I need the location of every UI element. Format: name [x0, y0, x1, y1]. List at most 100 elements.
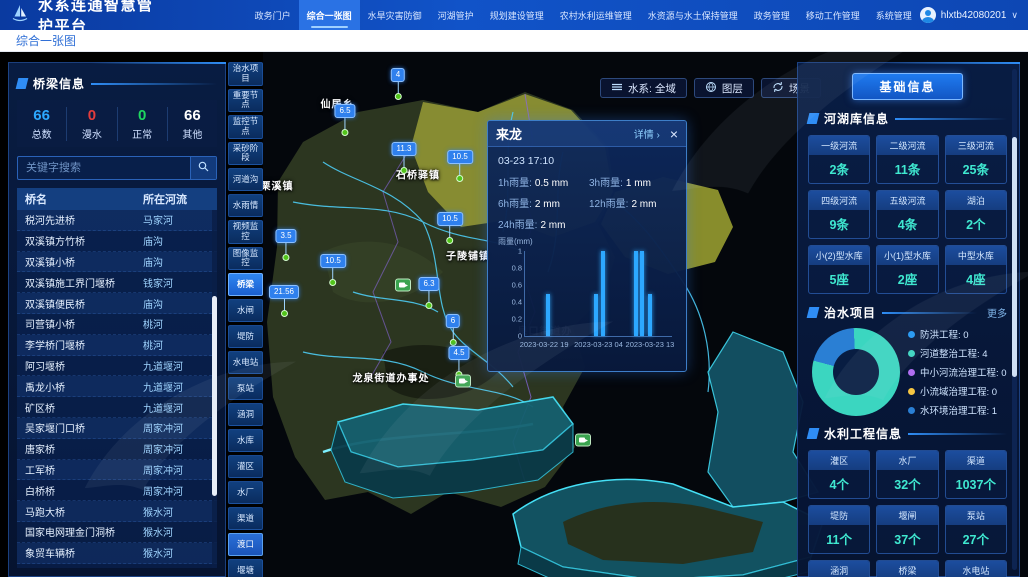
water-level-marker[interactable]: 11.3: [392, 142, 417, 174]
layer-menu-item[interactable]: 渠道: [228, 507, 263, 530]
layer-menu-item[interactable]: 水雨情: [228, 194, 263, 217]
nav-item[interactable]: 移动工作管理: [798, 0, 868, 30]
table-row[interactable]: 双溪镇便民桥庙沟: [17, 293, 217, 314]
stat-card[interactable]: 桥梁66个: [876, 560, 938, 577]
layer-menu-item[interactable]: 堤防: [228, 325, 263, 348]
stat-card[interactable]: 灌区4个: [808, 450, 870, 499]
stat-card[interactable]: 泵站27个: [945, 505, 1007, 554]
project-more-link[interactable]: 更多: [987, 305, 1007, 320]
scrollbar-thumb[interactable]: [1012, 137, 1017, 377]
table-row[interactable]: 税河先进桥马家河: [17, 210, 217, 231]
table-row[interactable]: 唐家桥周家冲河: [17, 439, 217, 460]
map-control-layers[interactable]: 图层: [694, 78, 754, 98]
stat-card[interactable]: 小(2)型水库5座: [808, 245, 870, 294]
map-control-water-system[interactable]: 水系: 全域: [600, 78, 687, 98]
nav-item[interactable]: 规划建设管理: [482, 0, 552, 30]
layer-menu-item[interactable]: 桥梁: [228, 273, 263, 296]
stat-card[interactable]: 四级河流9条: [808, 190, 870, 239]
stat-card[interactable]: 湖泊2个: [945, 190, 1007, 239]
layer-menu-item[interactable]: 水厂: [228, 481, 263, 504]
stat-card[interactable]: 堰闸37个: [876, 505, 938, 554]
nav-item[interactable]: 农村水利运维管理: [552, 0, 640, 30]
water-level-marker[interactable]: 10.5: [320, 254, 346, 286]
nav-item[interactable]: 综合一张图: [299, 0, 360, 30]
popup-detail-link[interactable]: 详情: [634, 126, 660, 141]
table-row[interactable]: 双溪镇方竹桥庙沟: [17, 231, 217, 252]
water-level-marker[interactable]: 4.5: [448, 346, 469, 378]
table-row[interactable]: 粘率5号堰拱桥猴水河: [17, 564, 217, 568]
marker-pin: [449, 339, 456, 346]
table-row[interactable]: 司营镇小桥桃河: [17, 314, 217, 335]
layer-menu-item[interactable]: 监控节点: [228, 115, 263, 139]
layer-menu-item[interactable]: 水闸: [228, 299, 263, 322]
layer-menu-item[interactable]: 涵洞: [228, 403, 263, 426]
stat-card[interactable]: 水电站3个: [945, 560, 1007, 577]
stat-card[interactable]: 三级河流25条: [945, 135, 1007, 184]
layer-menu-item[interactable]: 治水项目: [228, 62, 263, 86]
table-row[interactable]: 吴家堰门口桥周家冲河: [17, 418, 217, 439]
table-row[interactable]: 双溪镇小桥庙沟: [17, 252, 217, 273]
layer-menu-item[interactable]: 视频监控: [228, 220, 263, 244]
table-row[interactable]: 李学桥门堰桥桃河: [17, 335, 217, 356]
table-row[interactable]: 禹龙小桥九道堰河: [17, 376, 217, 397]
water-level-marker[interactable]: 3.5: [275, 229, 296, 261]
nav-item[interactable]: 河湖管护: [430, 0, 482, 30]
river-lake-section-title: 河湖库信息: [824, 110, 889, 127]
stat-card[interactable]: 水厂32个: [876, 450, 938, 499]
nav-item[interactable]: 水资源与水土保持管理: [640, 0, 746, 30]
layer-menu-item[interactable]: 河道沟: [228, 168, 263, 191]
bridge-name-cell: 司营镇小桥: [17, 316, 137, 331]
layer-menu-item[interactable]: 水电站: [228, 351, 263, 374]
stat-card[interactable]: 二级河流11条: [876, 135, 938, 184]
stat-card[interactable]: 五级河流4条: [876, 190, 938, 239]
stat-card[interactable]: 渠道1037个: [945, 450, 1007, 499]
layer-menu-item[interactable]: 图像监控: [228, 247, 263, 271]
camera-icon[interactable]: [395, 279, 411, 292]
stat-card[interactable]: 中型水库4座: [945, 245, 1007, 294]
water-level-marker[interactable]: 21.56: [269, 285, 299, 317]
layer-menu-item[interactable]: 堰塘: [228, 559, 263, 577]
camera-icon[interactable]: [455, 375, 471, 388]
nav-item[interactable]: 政务门户: [247, 0, 299, 30]
marker-stem: [284, 299, 285, 310]
water-level-marker[interactable]: 6: [446, 314, 460, 346]
bridge-stat: 66总数: [17, 107, 67, 141]
nav-item[interactable]: 水旱灾害防御: [360, 0, 430, 30]
table-row[interactable]: 工军桥周家冲河: [17, 460, 217, 481]
close-icon[interactable]: ×: [670, 127, 678, 141]
layer-menu-item[interactable]: 渡口: [228, 533, 263, 556]
table-row[interactable]: 矿区桥九道堰河: [17, 397, 217, 418]
layer-menu-item[interactable]: 灌区: [228, 455, 263, 478]
table-row[interactable]: 阿习堰桥九道堰河: [17, 356, 217, 377]
right-panel-scrollbar[interactable]: [1012, 69, 1017, 570]
layer-menu-item[interactable]: 重要节点: [228, 89, 263, 113]
table-row[interactable]: 国家电网理金门洞桥猴水河: [17, 522, 217, 543]
water-level-marker[interactable]: 10.5: [447, 150, 473, 182]
table-scrollbar[interactable]: [212, 210, 217, 568]
table-row[interactable]: 象贸车辆桥猴水河: [17, 543, 217, 564]
water-level-marker[interactable]: 4: [391, 68, 405, 100]
search-icon: [198, 159, 209, 177]
search-button[interactable]: [190, 157, 216, 179]
stat-card[interactable]: 一级河流2条: [808, 135, 870, 184]
water-level-marker[interactable]: 6.5: [334, 104, 355, 136]
water-level-marker[interactable]: 10.5: [437, 212, 463, 244]
table-row[interactable]: 双溪镇施工界门堰桥钱家河: [17, 272, 217, 293]
nav-item[interactable]: 政务管理: [746, 0, 798, 30]
table-row[interactable]: 马跑大桥猴水河: [17, 501, 217, 522]
stat-card[interactable]: 堤防11个: [808, 505, 870, 554]
table-row[interactable]: 白桥桥周家冲河: [17, 480, 217, 501]
layer-menu-item[interactable]: 水库: [228, 429, 263, 452]
breadcrumb[interactable]: 综合一张图: [16, 32, 76, 49]
layer-menu-item[interactable]: 泵站: [228, 377, 263, 400]
scrollbar-thumb[interactable]: [212, 296, 217, 496]
stat-card[interactable]: 涵洞47个: [808, 560, 870, 577]
stat-card[interactable]: 小(1)型水库2座: [876, 245, 938, 294]
search-input[interactable]: [18, 157, 190, 179]
user-menu[interactable]: hlxtb42080201 ∨: [920, 0, 1018, 30]
base-info-tab[interactable]: 基础信息: [852, 73, 962, 100]
water-level-marker[interactable]: 6.3: [418, 277, 439, 309]
layer-menu-item[interactable]: 采砂阶段: [228, 142, 263, 166]
camera-icon[interactable]: [575, 434, 591, 447]
nav-item[interactable]: 系统管理: [868, 0, 920, 30]
